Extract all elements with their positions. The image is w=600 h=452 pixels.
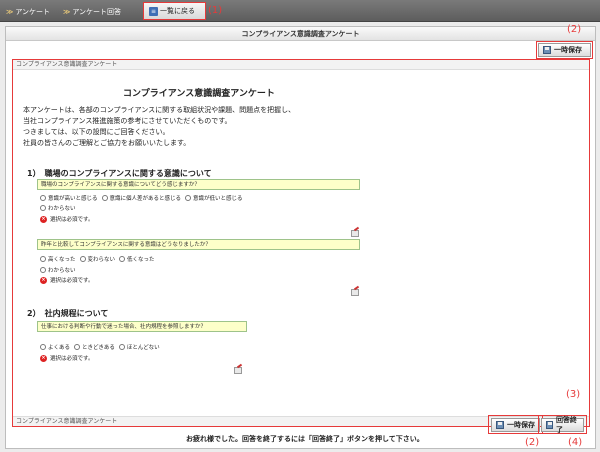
question-2: 昨年と比較してコンプライアンスに関する意識はどうなりましたか？	[37, 239, 360, 250]
radio-option[interactable]: 意識に個人差があると感じる	[101, 194, 181, 202]
radio-option[interactable]: 低くなった	[119, 255, 155, 263]
annotation-1: (1)	[208, 5, 223, 16]
question-1-options-row2: わからない	[40, 204, 76, 212]
radio-button[interactable]	[185, 195, 192, 201]
radio-button[interactable]	[101, 195, 108, 201]
radio-option[interactable]: 意識が低いと感じる	[185, 194, 243, 202]
back-to-list-button[interactable]: ≡ 一覧に戻る	[143, 2, 206, 20]
edit-icon[interactable]	[351, 287, 359, 296]
top-nav-bar: ≫ アンケート ≫ アンケート回答 ≡ 一覧に戻る (1)	[0, 0, 600, 22]
back-button-label: 一覧に戻る	[160, 7, 195, 15]
question-2-options: 高くなった 変わらない 低くなった	[40, 255, 155, 263]
radio-option[interactable]: 意識が高いと感じる	[40, 194, 98, 202]
radio-option[interactable]: ときどきある	[74, 343, 115, 351]
error-icon: ×	[40, 215, 47, 223]
radio-button[interactable]	[40, 205, 46, 211]
survey-intro: 本アンケートは、各部のコンプライアンスに関する取組状況や課題、問題点を把握し、 …	[23, 105, 295, 149]
required-message: × 選択は必須です。	[40, 276, 94, 284]
list-icon: ≡	[149, 6, 158, 16]
save-draft-button-top[interactable]: 一時保存	[538, 43, 591, 57]
radio-button[interactable]	[74, 344, 81, 350]
question-1-options: 意識が高いと感じる 意識に個人差があると感じる 意識が低いと感じる	[40, 194, 243, 202]
radio-button[interactable]	[40, 267, 46, 273]
save-icon	[496, 421, 504, 429]
save-label: 一時保存	[507, 421, 535, 429]
annotation-2-bottom: (2)	[525, 437, 540, 448]
radio-option[interactable]: よくある	[40, 343, 70, 351]
breadcrumb-survey[interactable]: ≫ アンケート	[6, 7, 50, 17]
radio-button[interactable]	[40, 195, 46, 201]
finish-label: 回答終了	[555, 416, 577, 434]
chevron-right-icon: ≫	[63, 8, 71, 16]
radio-button[interactable]	[119, 256, 126, 262]
section-heading: 1） 職場のコンプライアンスに関する意識について	[27, 169, 212, 178]
survey-window: コンプライアンス意識調査アンケート 一時保存 コンプライアンス意識調査アンケート…	[5, 26, 596, 449]
radio-button[interactable]	[40, 344, 46, 350]
question-2-options-row2: わからない	[40, 266, 76, 274]
edit-icon[interactable]	[234, 365, 242, 374]
intro-line: つきましては、以下の設問にご回答ください。	[23, 128, 170, 136]
annotation-2: (2)	[567, 24, 582, 35]
breadcrumb-survey-answer[interactable]: ≫ アンケート回答	[63, 7, 121, 17]
survey-header: コンプライアンス意識調査アンケート	[13, 60, 589, 70]
finish-icon	[546, 421, 553, 429]
radio-option[interactable]: 高くなった	[40, 255, 76, 263]
annotation-3: (3)	[566, 389, 581, 400]
question-3: 仕事における判断や行動で迷った場合、社内規程を参照しますか？	[37, 321, 247, 332]
question-1: 職場のコンプライアンスに関する意識についてどう感じますか？	[37, 179, 360, 190]
finish-answer-button[interactable]: 回答終了	[541, 416, 584, 434]
window-title: コンプライアンス意識調査アンケート	[6, 27, 595, 41]
save-draft-button-bottom[interactable]: 一時保存	[491, 418, 540, 432]
survey-frame: コンプライアンス意識調査アンケート コンプライアンス意識調査アンケート 本アンケ…	[12, 59, 590, 427]
section-heading: 2） 社内規程について	[27, 309, 109, 318]
annotation-4: (4)	[568, 437, 583, 448]
survey-title: コンプライアンス意識調査アンケート	[123, 89, 275, 99]
intro-line: 当社コンプライアンス推進施策の参考にさせていただくものです。	[23, 117, 232, 125]
radio-button[interactable]	[40, 256, 46, 262]
save-icon	[543, 46, 551, 54]
radio-button[interactable]	[118, 344, 125, 350]
radio-button[interactable]	[79, 256, 86, 262]
completion-message: お疲れ様でした。回答を終了するには「回答終了」ボタンを押して下さい。	[186, 435, 424, 443]
save-label: 一時保存	[554, 46, 582, 54]
error-icon: ×	[40, 354, 47, 362]
required-message: × 選択は必須です。	[40, 354, 94, 362]
required-message: × 選択は必須です。	[40, 215, 94, 223]
intro-line: 社員の皆さんのご理解とご協力をお願いいたします。	[23, 139, 191, 147]
chevron-right-icon: ≫	[6, 8, 14, 16]
question-3-options: よくある ときどきある ほとんどない	[40, 343, 160, 351]
radio-option[interactable]: 変わらない	[79, 255, 115, 263]
radio-option[interactable]: わからない	[40, 266, 76, 274]
edit-icon[interactable]	[351, 228, 359, 237]
error-icon: ×	[40, 276, 47, 284]
radio-option[interactable]: わからない	[40, 204, 76, 212]
intro-line: 本アンケートは、各部のコンプライアンスに関する取組状況や課題、問題点を把握し、	[23, 106, 296, 114]
radio-option[interactable]: ほとんどない	[118, 343, 160, 351]
